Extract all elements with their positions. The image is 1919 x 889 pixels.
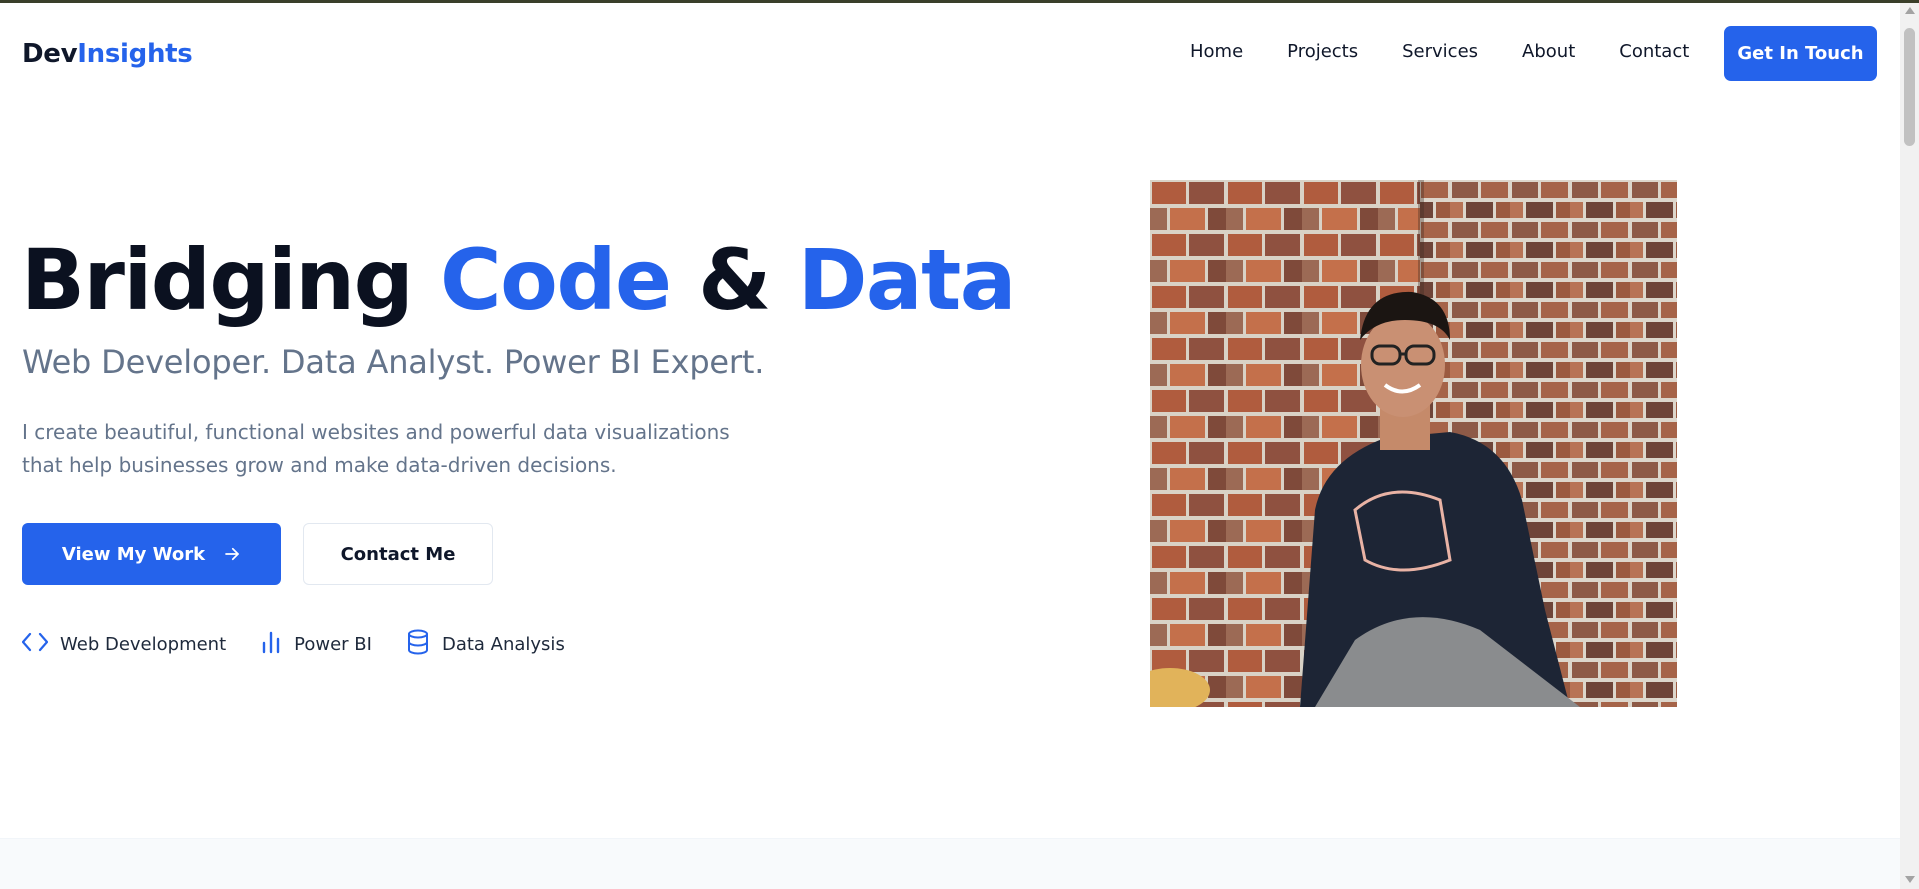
scroll-up-arrow-icon[interactable] — [1905, 7, 1915, 14]
main-nav: Home Projects Services About Contact — [1190, 41, 1733, 62]
skill-label: Data Analysis — [441, 634, 565, 655]
contact-me-button[interactable]: Contact Me — [303, 523, 493, 585]
hero-title-amp: & — [670, 231, 798, 329]
hero-title: Bridging Code & Data — [21, 235, 1016, 325]
nav-projects[interactable]: Projects — [1287, 41, 1358, 62]
hero-title-code: Code — [439, 231, 672, 329]
page-viewport: DevInsights Home Projects Services About… — [0, 3, 1900, 889]
view-my-work-button[interactable]: View My Work — [22, 523, 281, 585]
profile-photo — [1150, 180, 1677, 707]
skill-power-bi: Power BI — [260, 630, 372, 659]
skill-label: Power BI — [294, 634, 372, 655]
arrow-right-icon — [223, 545, 241, 563]
next-section-band — [0, 838, 1900, 889]
hero-subtitle: Web Developer. Data Analyst. Power BI Ex… — [22, 343, 765, 381]
vertical-scrollbar[interactable] — [1900, 3, 1919, 889]
logo-text-dev: Dev — [22, 39, 78, 69]
hero-title-part1: Bridging — [21, 231, 440, 329]
nav-about[interactable]: About — [1522, 41, 1575, 62]
skill-web-development: Web Development — [21, 631, 227, 658]
get-in-touch-button[interactable]: Get In Touch — [1724, 26, 1877, 81]
nav-home[interactable]: Home — [1190, 41, 1243, 62]
bar-chart-icon — [260, 630, 294, 659]
scroll-down-arrow-icon[interactable] — [1905, 876, 1915, 883]
scrollbar-thumb[interactable] — [1904, 28, 1915, 146]
code-icon — [21, 631, 60, 658]
logo-text-insights: Insights — [77, 39, 193, 69]
hero-title-data: Data — [797, 231, 1017, 329]
nav-services[interactable]: Services — [1402, 41, 1478, 62]
skills-list: Web Development Power BI Data Analysis — [21, 629, 599, 660]
nav-contact[interactable]: Contact — [1619, 41, 1689, 62]
skill-data-analysis: Data Analysis — [406, 629, 565, 660]
site-logo[interactable]: DevInsights — [22, 39, 193, 69]
view-my-work-label: View My Work — [61, 543, 206, 565]
site-header: DevInsights Home Projects Services About… — [0, 3, 1900, 105]
database-icon — [406, 629, 442, 660]
skill-label: Web Development — [60, 634, 227, 655]
hero-description: I create beautiful, functional websites … — [22, 420, 730, 477]
